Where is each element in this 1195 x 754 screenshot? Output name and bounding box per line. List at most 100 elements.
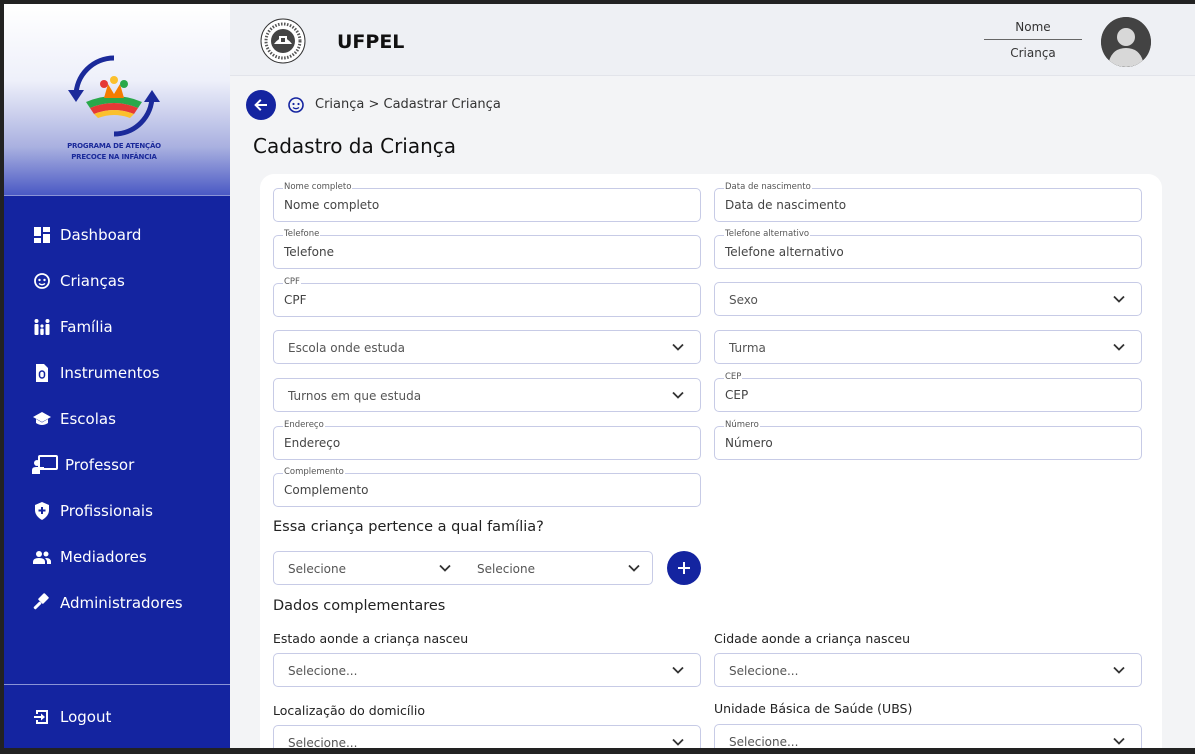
birth-city-select[interactable]: Selecione... bbox=[714, 653, 1142, 687]
field-placeholder: Data de nascimento bbox=[725, 198, 847, 212]
class-select[interactable]: Turma bbox=[714, 330, 1142, 364]
sidebar-item-label: Família bbox=[60, 318, 113, 336]
chevron-down-icon bbox=[1113, 295, 1125, 303]
family-select-group: Selecione Selecione bbox=[273, 551, 653, 585]
sidebar-item-dashboard[interactable]: Dashboard bbox=[4, 212, 230, 258]
teacher-icon bbox=[32, 455, 58, 475]
sidebar-item-criancas[interactable]: Crianças bbox=[4, 258, 230, 304]
school-select[interactable]: Escola onde estuda bbox=[273, 330, 701, 364]
alt-phone-field[interactable]: Telefone alternativo Telefone alternativ… bbox=[714, 228, 1142, 269]
chevron-down-icon bbox=[1113, 666, 1125, 674]
field-placeholder: Número bbox=[725, 436, 773, 450]
field-label: Telefone alternativo bbox=[724, 228, 811, 240]
sidebar-item-label: Dashboard bbox=[60, 226, 142, 244]
school-icon bbox=[32, 409, 52, 429]
sidebar: PROGRAMA DE ATENÇÃO PRECOCE NA INFÂNCIA … bbox=[4, 4, 230, 748]
family-select-2[interactable]: Selecione bbox=[463, 552, 652, 584]
field-placeholder: Complemento bbox=[284, 483, 369, 497]
sidebar-item-professor[interactable]: Professor bbox=[4, 442, 230, 488]
field-label: Número bbox=[724, 419, 760, 431]
birth-state-label: Estado aonde a criança nasceu bbox=[273, 631, 469, 646]
sidebar-footer: Logout bbox=[4, 684, 230, 748]
select-value: Selecione bbox=[477, 562, 535, 576]
select-value: Escola onde estuda bbox=[288, 341, 405, 355]
user-info: Nome Criança bbox=[984, 18, 1082, 66]
field-label: CEP bbox=[724, 371, 743, 383]
top-header: UFPEL Nome Criança bbox=[230, 4, 1195, 76]
field-placeholder: CEP bbox=[725, 388, 749, 402]
cep-field[interactable]: CEP CEP bbox=[714, 371, 1142, 412]
chevron-down-icon bbox=[1113, 737, 1125, 745]
field-placeholder: Telefone bbox=[284, 245, 334, 259]
dashboard-icon bbox=[32, 225, 52, 245]
brand-name: UFPEL bbox=[337, 31, 405, 53]
chevron-down-icon bbox=[672, 343, 684, 351]
logout-button[interactable]: Logout bbox=[4, 685, 230, 748]
shield-icon bbox=[32, 501, 52, 521]
gavel-icon bbox=[32, 593, 52, 613]
select-value: Selecione... bbox=[729, 735, 799, 748]
field-label: CPF bbox=[283, 276, 301, 288]
breadcrumb: Criança > Cadastrar Criança bbox=[315, 97, 501, 112]
sex-select[interactable]: Sexo bbox=[714, 282, 1142, 316]
full-name-field[interactable]: Nome completo Nome completo bbox=[273, 181, 701, 222]
shift-select[interactable]: Turnos em que estuda bbox=[273, 378, 701, 412]
add-family-button[interactable] bbox=[667, 551, 701, 585]
number-field[interactable]: Número Número bbox=[714, 419, 1142, 460]
ubs-label: Unidade Básica de Saúde (UBS) bbox=[714, 701, 913, 716]
back-button[interactable] bbox=[246, 90, 276, 120]
field-placeholder: CPF bbox=[284, 293, 307, 307]
user-name: Nome bbox=[984, 18, 1082, 40]
phone-field[interactable]: Telefone Telefone bbox=[273, 228, 701, 269]
birth-date-field[interactable]: Data de nascimento Data de nascimento bbox=[714, 181, 1142, 222]
sidebar-item-label: Crianças bbox=[60, 272, 125, 290]
select-value: Sexo bbox=[729, 293, 758, 307]
main-content: Criança > Cadastrar Criança Cadastro da … bbox=[230, 76, 1195, 748]
arrow-left-icon bbox=[254, 99, 267, 111]
sidebar-nav: Dashboard Crianças Família Instrumentos bbox=[4, 212, 230, 626]
sidebar-item-instrumentos[interactable]: Instrumentos bbox=[4, 350, 230, 396]
logout-icon bbox=[32, 707, 52, 727]
child-registration-form: Nome completo Nome completo Data de nasc… bbox=[260, 174, 1162, 748]
field-label: Endereço bbox=[283, 419, 325, 431]
sidebar-item-familia[interactable]: Família bbox=[4, 304, 230, 350]
page-title: Cadastro da Criança bbox=[253, 134, 457, 158]
select-value: Turnos em que estuda bbox=[288, 389, 422, 403]
people-icon bbox=[32, 547, 52, 567]
select-value: Selecione bbox=[288, 562, 346, 576]
sidebar-item-label: Instrumentos bbox=[60, 364, 160, 382]
user-avatar-icon bbox=[1101, 17, 1151, 67]
chevron-down-icon bbox=[628, 564, 640, 572]
address-field[interactable]: Endereço Endereço bbox=[273, 419, 701, 460]
child-face-icon bbox=[32, 271, 52, 291]
select-value: Turma bbox=[729, 341, 766, 355]
ubs-select[interactable]: Selecione... bbox=[714, 724, 1142, 748]
logo-text-line2: PRECOCE NA INFÂNCIA bbox=[71, 153, 157, 161]
university-seal-icon bbox=[260, 18, 306, 64]
complement-field[interactable]: Complemento Complemento bbox=[273, 466, 701, 507]
field-label: Telefone bbox=[283, 228, 321, 240]
chevron-down-icon bbox=[1113, 343, 1125, 351]
cpf-field[interactable]: CPF CPF bbox=[273, 276, 701, 317]
home-location-select[interactable]: Selecione... bbox=[273, 725, 701, 748]
logo-text-line1: PROGRAMA DE ATENÇÃO bbox=[67, 142, 161, 150]
program-logo: PROGRAMA DE ATENÇÃO PRECOCE NA INFÂNCIA bbox=[4, 4, 230, 196]
sidebar-item-mediadores[interactable]: Mediadores bbox=[4, 534, 230, 580]
sidebar-item-administradores[interactable]: Administradores bbox=[4, 580, 230, 626]
sidebar-item-escolas[interactable]: Escolas bbox=[4, 396, 230, 442]
birth-state-select[interactable]: Selecione... bbox=[273, 653, 701, 687]
family-select-1[interactable]: Selecione bbox=[274, 552, 463, 584]
chevron-down-icon bbox=[439, 564, 451, 572]
field-label: Complemento bbox=[283, 466, 345, 478]
select-value: Selecione... bbox=[729, 664, 799, 678]
chevron-down-icon bbox=[672, 666, 684, 674]
user-role: Criança bbox=[1010, 46, 1056, 60]
field-label: Nome completo bbox=[283, 181, 353, 193]
sidebar-item-label: Profissionais bbox=[60, 502, 153, 520]
complementary-data-heading: Dados complementares bbox=[273, 598, 446, 614]
home-location-label: Localização do domicílio bbox=[273, 703, 425, 718]
sidebar-item-profissionais[interactable]: Profissionais bbox=[4, 488, 230, 534]
avatar[interactable] bbox=[1101, 17, 1151, 67]
sidebar-item-label: Mediadores bbox=[60, 548, 147, 566]
program-logo-icon bbox=[68, 55, 160, 137]
